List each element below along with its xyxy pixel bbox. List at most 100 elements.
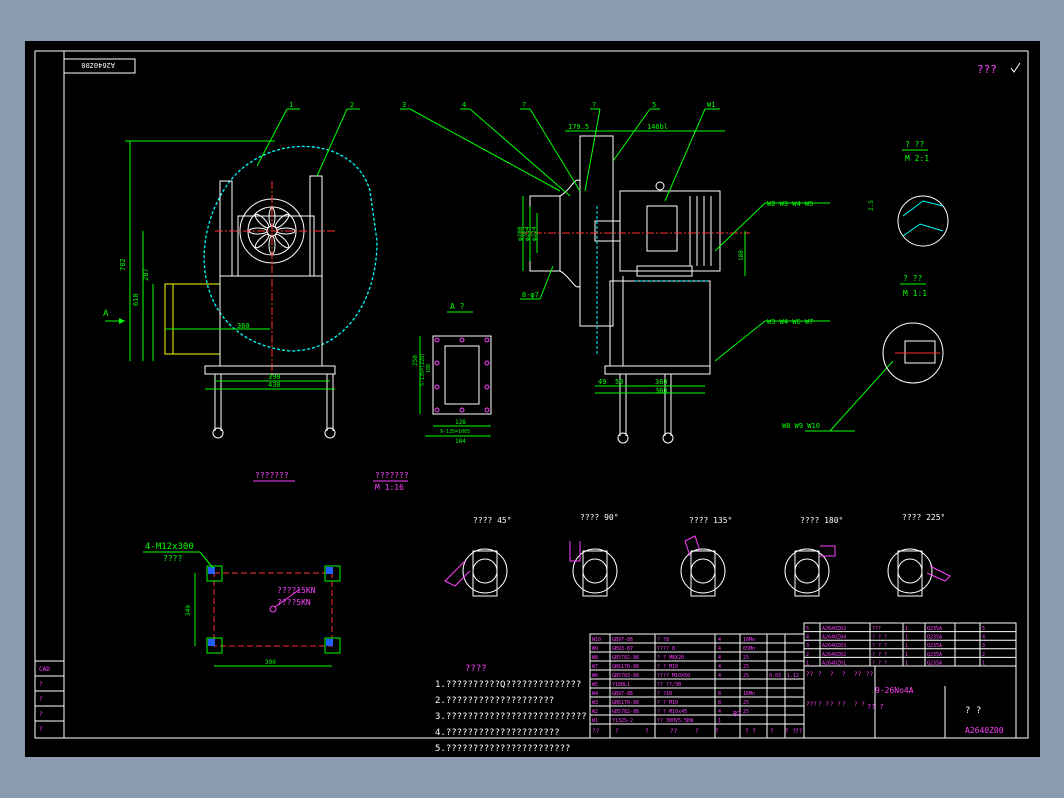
bom-footer-cell: ? xyxy=(695,728,699,735)
part-cell: A2640Z02 xyxy=(822,652,846,658)
svg-text:?? ?: ?? ? xyxy=(867,703,884,711)
bom-cell: 4 xyxy=(718,664,721,670)
part-cell: 3 xyxy=(982,643,985,649)
bom-cell: W5 xyxy=(592,682,598,688)
bom-cell: 1 xyxy=(718,718,721,724)
bom-cell: Y132S-2 xyxy=(612,718,633,724)
part-cell: 2 xyxy=(982,652,985,658)
titleblock-label: ?? xyxy=(806,671,814,678)
bom-cell: GB6170-86 xyxy=(612,664,639,670)
svg-text:5: 5 xyxy=(652,101,656,109)
part-cell: 1 xyxy=(905,652,908,658)
bom-cell: 8 xyxy=(718,700,721,706)
bom-footer-cell: ?? xyxy=(795,728,803,735)
titleblock-label: ?? xyxy=(866,671,874,678)
part-cell: 1 xyxy=(905,635,908,641)
bom-cell: 25 xyxy=(743,709,749,715)
bom-cell: 4 xyxy=(718,655,721,661)
note-5: 5.??????????????????????? xyxy=(435,744,571,754)
bom-cell: 0.03 xyxy=(769,673,781,679)
bom-cell: 25 xyxy=(743,673,749,679)
drawing-sheet: A2640Z00 ??? 782 610 287 360 390 430 A 1… xyxy=(25,41,1040,757)
bom-footer-cell: ? xyxy=(715,728,719,735)
bom-cell: 25 xyxy=(743,664,749,670)
detail-views: ? ?? M 2:1 2.5 ? ?? M 1:1 xyxy=(868,140,949,384)
titleblock-label: ? xyxy=(842,701,846,708)
svg-text:4-M12x300: 4-M12x300 xyxy=(145,542,194,552)
part-cell: 1 xyxy=(905,626,908,632)
titleblock-label: ? xyxy=(842,671,846,678)
part-cell: 4 xyxy=(982,635,985,641)
svg-text:430: 430 xyxy=(268,381,281,389)
bom-cell: ? ? M8X20 xyxy=(657,655,684,661)
part-cell: Q235A xyxy=(927,626,942,632)
svg-text:50: 50 xyxy=(615,378,623,386)
part-cell: A2640Z03 xyxy=(822,643,846,649)
bom-cell: ???? 8 xyxy=(657,646,675,652)
svg-text:?: ? xyxy=(592,101,596,109)
left-tab-label: ? xyxy=(39,726,43,733)
bom-footer-cell: ? xyxy=(615,728,619,735)
part-cell: A2640Z02 xyxy=(822,626,846,632)
part-cell: 1 xyxy=(806,660,809,666)
bom-cell: 16Mn xyxy=(743,637,755,643)
svg-text:φ280: φ280 xyxy=(517,226,524,241)
svg-text:4: 4 xyxy=(462,101,466,109)
svg-text:1: 1 xyxy=(289,101,293,109)
drawnum-rotated: A2640Z00 xyxy=(81,61,115,69)
bom-cell: W4 xyxy=(592,691,598,697)
svg-text:???????: ??????? xyxy=(375,471,409,480)
bom-cell: 4 xyxy=(718,646,721,652)
note-4: 4.????????????????????? xyxy=(435,728,560,738)
titleblock-label: ?? xyxy=(854,671,862,678)
title-mark: ??? xyxy=(977,63,997,76)
part-cell: ? ? ? xyxy=(872,635,887,641)
part-cell: Q235A xyxy=(927,635,942,641)
svg-text:2.5: 2.5 xyxy=(868,200,875,211)
titleblock-label: ? xyxy=(818,671,822,678)
part-cell: 5 xyxy=(982,626,985,632)
svg-text:W8 W9 W10: W8 W9 W10 xyxy=(782,422,820,430)
part-cell: Q235A xyxy=(927,643,942,649)
svg-text:49: 49 xyxy=(598,378,606,386)
bom-cell: ? ? M10 xyxy=(657,700,678,706)
titleblock-label: ? ? xyxy=(830,701,841,708)
svg-text:???? 90°: ???? 90° xyxy=(580,513,619,522)
technical-notes: ???? 1.??????????Q?????????????? 2.?????… xyxy=(435,661,587,757)
svg-text:349: 349 xyxy=(185,605,192,616)
svg-text:360: 360 xyxy=(655,378,668,386)
svg-text:287: 287 xyxy=(142,268,150,281)
bom-cell: W10 xyxy=(592,637,601,643)
note-2: 2.???????????????????? xyxy=(435,696,555,706)
titleblock-label: ? ? xyxy=(818,701,829,708)
part-cell: A2640Z01 xyxy=(822,660,846,666)
titleblock-label: ? xyxy=(830,671,834,678)
svg-text:9-26No4A: 9-26No4A xyxy=(875,686,914,695)
svg-text:???? 225°: ???? 225° xyxy=(902,513,945,522)
left-tab-label: ? xyxy=(39,681,43,688)
notes-title: ???? xyxy=(465,664,487,674)
svg-text:180: 180 xyxy=(738,250,745,261)
part-cell: ? ? ? xyxy=(872,643,887,649)
left-tab-label: ? xyxy=(39,696,43,703)
bom-cell: 25 xyxy=(743,655,749,661)
bom-cell: GB97-86 xyxy=(612,637,633,643)
svg-text:????15KN: ????15KN xyxy=(277,586,316,595)
bom-cell: 65Mn xyxy=(743,646,755,652)
svg-text:W2 W3 W4 W5: W2 W3 W4 W5 xyxy=(767,200,813,208)
titleblock-label: ??? xyxy=(806,701,817,708)
side-view: 179.5 146bl φ280 φ254 φ224 180 49 50 360… xyxy=(400,101,894,444)
svg-text:390: 390 xyxy=(268,373,281,381)
bom-cell: W8 xyxy=(592,655,598,661)
bom-cell: 4 xyxy=(718,673,721,679)
svg-text:????: ???? xyxy=(163,554,182,563)
svg-text:?: ? xyxy=(522,101,526,109)
svg-text:???? 45°: ???? 45° xyxy=(473,516,512,525)
bom-cell: ? ? M10x45 xyxy=(657,709,687,715)
part-cell: Q235A xyxy=(927,660,942,666)
svg-text:128: 128 xyxy=(455,419,466,426)
bom-cell: GB93-87 xyxy=(612,646,633,652)
svg-text:180: 180 xyxy=(426,364,432,373)
svg-text:W1: W1 xyxy=(707,101,715,109)
bom-cell: 8 xyxy=(718,691,721,697)
